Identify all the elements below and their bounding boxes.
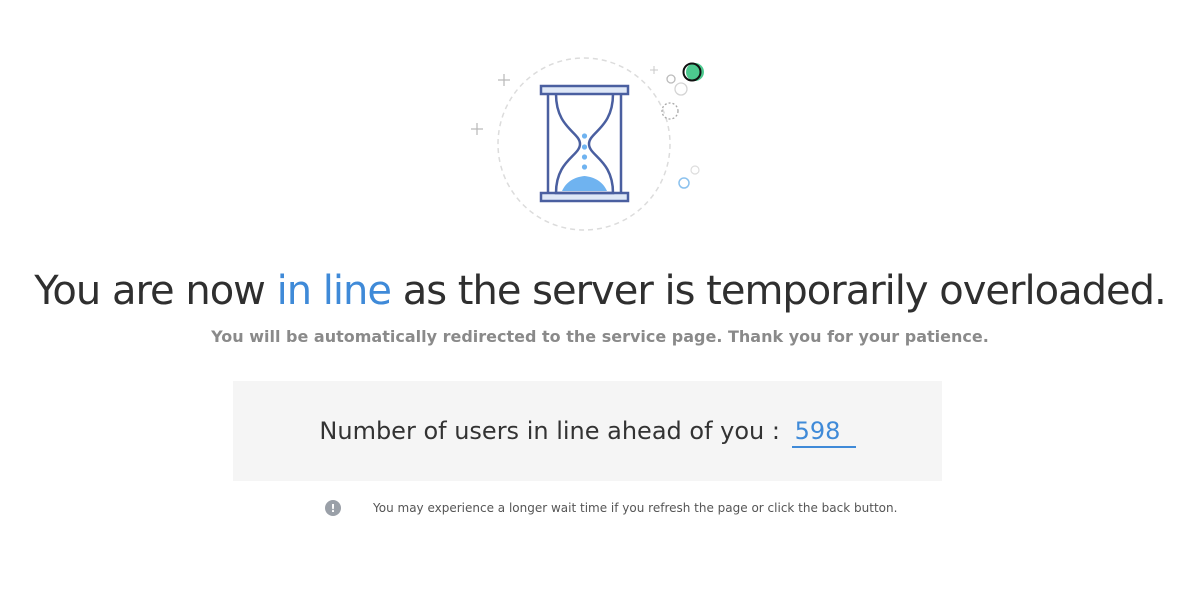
headline-highlight: in line bbox=[276, 268, 392, 314]
bubble-circle bbox=[678, 177, 690, 189]
page-title: You are now in line as the server is tem… bbox=[0, 268, 1200, 314]
hourglass-illustration bbox=[471, 57, 704, 231]
hourglass-top-plate bbox=[539, 84, 630, 96]
bubble-circle bbox=[666, 74, 676, 84]
page-subtitle: You will be automatically redirected to … bbox=[211, 327, 989, 346]
bubble-circle bbox=[674, 82, 688, 96]
headline-suffix: as the server is temporarily overloaded. bbox=[391, 268, 1167, 314]
notice-text: You may experience a longer wait time if… bbox=[373, 501, 898, 515]
sparkle-icon bbox=[650, 66, 658, 74]
bubble-circle bbox=[661, 102, 679, 120]
queue-label: Number of users in line ahead of you : bbox=[319, 417, 788, 445]
sparkle-icon bbox=[471, 123, 483, 135]
sparkle-icon bbox=[498, 74, 510, 86]
exclamation-icon: ! bbox=[325, 500, 341, 516]
dashed-circle bbox=[497, 57, 671, 231]
headline-prefix: You are now bbox=[34, 268, 277, 314]
queue-panel: Number of users in line ahead of you : 5… bbox=[233, 381, 942, 481]
notice: ! You may experience a longer wait time … bbox=[325, 499, 897, 517]
waiting-room-page: You are now in line as the server is tem… bbox=[0, 0, 1200, 590]
queue-line: Number of users in line ahead of you : 5… bbox=[233, 417, 942, 448]
queue-count: 598 bbox=[791, 417, 856, 448]
bubble-circle bbox=[690, 165, 700, 175]
hourglass-sand bbox=[562, 176, 607, 191]
